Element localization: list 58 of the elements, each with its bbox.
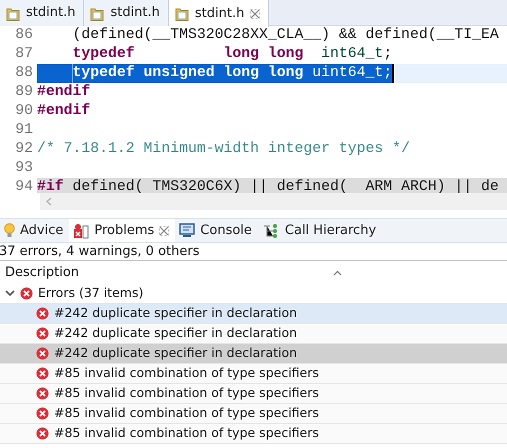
problem-text: #85 invalid combination of type specifiers [54,424,319,442]
problem-row[interactable]: #242 duplicate specifier in declaration [0,304,507,324]
line-number: 90 [14,102,34,121]
console-icon [179,223,196,238]
problem-text: #242 duplicate specifier in declaration [54,344,298,362]
view-tab[interactable]: Call Hierarchy [258,219,382,242]
collapse-chevron-icon[interactable] [5,290,15,297]
problems-summary: 37 errors, 4 warnings, 0 others [0,243,507,261]
problem-text: #85 invalid combination of type specifiers [54,384,319,402]
problem-row[interactable]: #85 invalid combination of type specifiers [0,404,507,424]
scroll-left-icon[interactable] [46,197,52,206]
line-number: 91 [14,121,34,140]
line-number: 86 [14,26,34,45]
problem-row[interactable]: #85 invalid combination of type specifiers [0,424,507,444]
horizontal-scrollbar[interactable] [40,193,507,210]
view-tab[interactable]: Problems [69,219,176,242]
error-icon [36,407,49,420]
code-line: #endif [37,102,90,121]
code-line: (defined(__TMS320C28XX_CLA__) && defined(__TI_EA [72,26,499,45]
editor-tab[interactable]: stdint.h [84,0,169,26]
code-line: /* 7.18.1.2 Minimum-width integer types */ [37,140,410,159]
close-icon[interactable] [159,226,170,236]
tree-group-label: Errors (37 items) [38,284,144,302]
column-title: Description [5,264,80,282]
problems-icon [73,222,90,238]
line-number: 87 [14,45,34,64]
code-line: #endif [37,83,90,102]
problem-row[interactable]: #242 duplicate specifier in declaration [0,344,507,364]
line-number: 89 [14,83,34,102]
editor-tab[interactable]: stdint.h [0,0,84,26]
view-tab[interactable]: Advice [0,219,70,242]
line-number: 88 [14,64,34,83]
call-hierarchy-icon [262,222,280,238]
lightbulb-icon [4,222,15,238]
problem-text: #85 invalid combination of type specifiers [54,364,319,382]
problem-text: #242 duplicate specifier in declaration [54,304,298,322]
error-icon [36,367,49,380]
view-tab[interactable]: Console [175,219,258,242]
error-icon [36,307,49,320]
problem-text: #242 duplicate specifier in declaration [54,324,298,342]
sort-caret-icon[interactable] [333,270,342,276]
editor-tab[interactable]: stdint.h [168,0,270,27]
problem-text: #85 invalid combination of type specifiers [54,404,319,422]
problem-row[interactable]: #242 duplicate specifier in declaration [0,324,507,344]
error-icon [36,387,49,400]
error-icon [36,347,49,360]
problem-row[interactable]: #85 invalid combination of type specifiers [0,364,507,384]
column-header[interactable]: Description [0,261,507,284]
code-line: #if defined( TMS320C6X) || defined( ARM ARCH) || de [37,178,499,193]
problem-row[interactable]: #85 invalid combination of type specifiers [0,384,507,404]
line-number: 94 [14,178,34,193]
line-number: 93 [14,159,34,178]
error-icon [36,427,49,440]
code-line: typedef long long int64_t; [72,45,392,64]
error-icon [20,287,33,300]
close-icon[interactable] [250,8,260,18]
error-icon [36,327,49,340]
line-number: 92 [14,140,34,159]
